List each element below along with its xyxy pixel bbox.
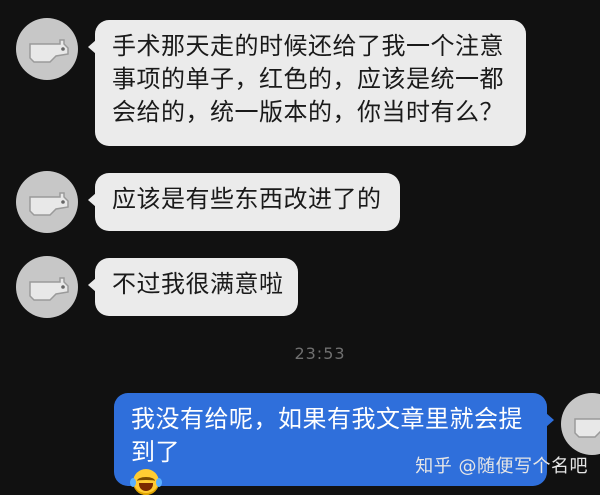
message-timestamp: 23:53 [294, 344, 346, 363]
message-text-line: 会给的，统一版本的，你当时有么？ [112, 98, 504, 126]
message-text-line: 我没有给呢，如果有我文章里就会提 [131, 405, 523, 433]
message-text-line: 手术那天走的时候还给了我一个注意 [112, 32, 504, 60]
message-bubble-incoming[interactable]: 不过我很满意啦 [88, 258, 298, 316]
laughing-crying-emoji-icon [130, 469, 162, 495]
dog-avatar-icon [29, 192, 69, 216]
dog-avatar-icon [29, 277, 69, 301]
chat-conversation: 手术那天走的时候还给了我一个注意 事项的单子，红色的，应该是统一都 会给的，统一… [0, 0, 600, 495]
message-text-line: 应该是有些东西改进了的 [112, 185, 382, 213]
message-text-segment: 到了 [131, 438, 180, 466]
dog-avatar-icon [29, 39, 69, 63]
avatar-self[interactable] [561, 393, 600, 455]
message-text-line: 不过我很满意啦 [112, 270, 284, 298]
avatar[interactable] [16, 18, 78, 80]
message-text-line: 事项的单子，红色的，应该是统一都 [112, 65, 504, 93]
message-bubble-incoming[interactable]: 手术那天走的时候还给了我一个注意 事项的单子，红色的，应该是统一都 会给的，统一… [88, 20, 526, 146]
watermark: 知乎 @随便写个名吧 [415, 456, 588, 477]
avatar[interactable] [16, 256, 78, 318]
dog-avatar-icon [574, 418, 600, 438]
message-bubble-incoming[interactable]: 应该是有些东西改进了的 [88, 173, 400, 231]
avatar[interactable] [16, 171, 78, 233]
